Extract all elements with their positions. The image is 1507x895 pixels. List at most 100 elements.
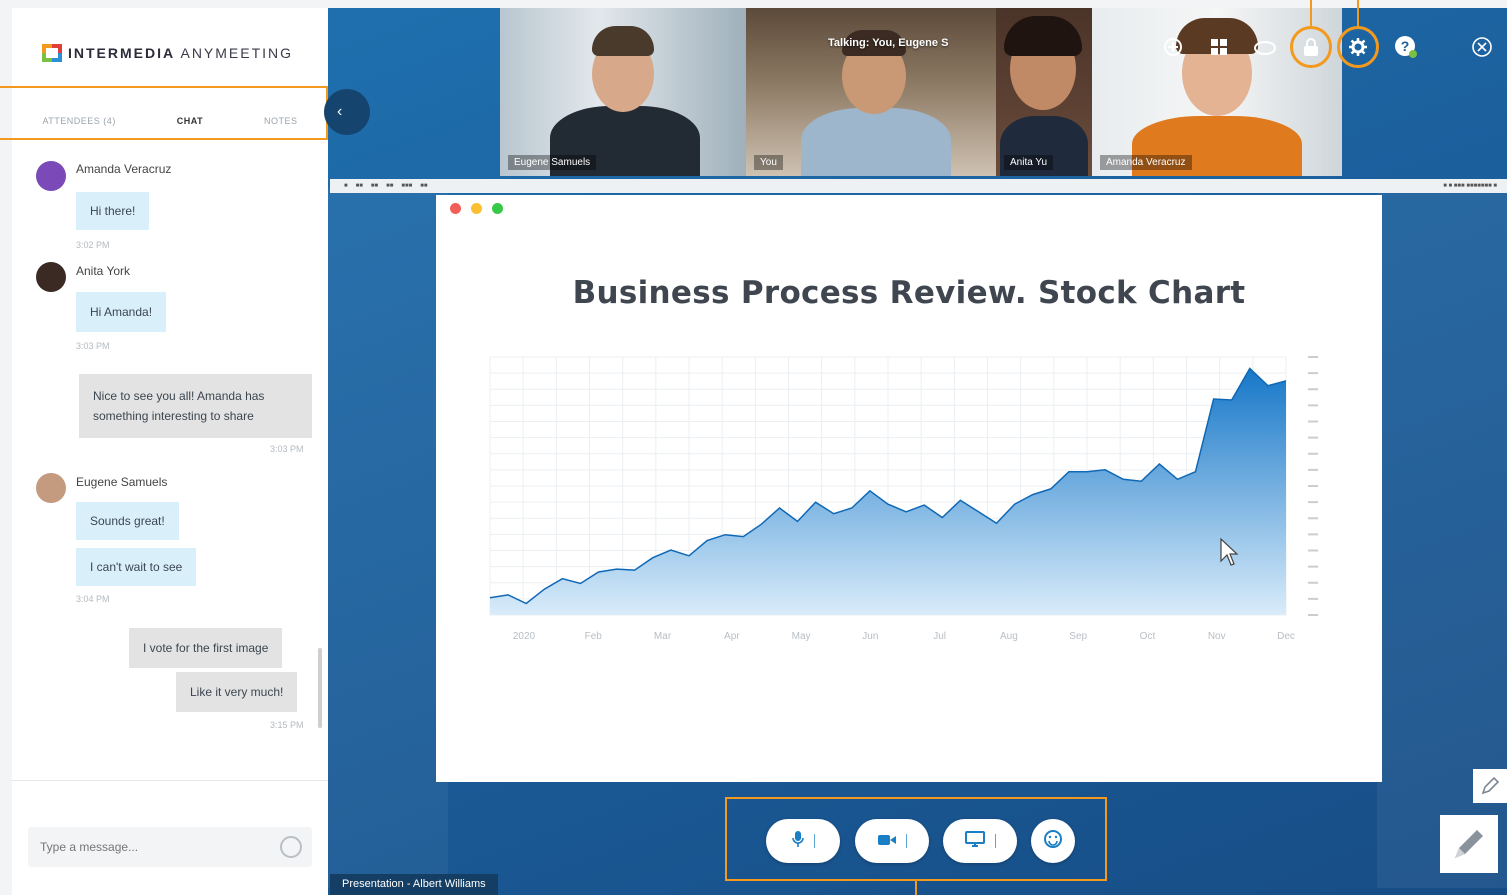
x-tick-label: Mar (654, 631, 672, 642)
avatar (36, 161, 66, 191)
y-tick (1308, 565, 1318, 568)
y-tick (1308, 452, 1318, 455)
message-time: 3:02 PM (76, 240, 110, 250)
controls-callout-line (915, 881, 917, 895)
x-tick-label: 2020 (513, 631, 536, 642)
x-tick-label: Apr (724, 631, 740, 642)
annotate-small-button[interactable] (1473, 769, 1507, 803)
microphone-icon (791, 830, 804, 852)
chat-bubble: Hi there! (76, 192, 150, 230)
message-input[interactable] (28, 827, 312, 867)
reactions-button[interactable] (1031, 819, 1075, 863)
pencil-icon (1481, 776, 1500, 795)
y-tick (1308, 356, 1318, 358)
lock-icon[interactable] (1295, 31, 1327, 63)
y-tick (1308, 614, 1318, 616)
microphone-button[interactable] (766, 819, 840, 863)
message-composer (12, 780, 328, 895)
tab-notes[interactable]: NOTES (258, 112, 304, 130)
x-tick-label: Aug (1000, 631, 1018, 642)
grid-icon[interactable] (1203, 31, 1235, 63)
y-tick (1308, 549, 1318, 552)
screen-share-icon (964, 831, 985, 851)
plus-circle-icon[interactable] (1157, 31, 1189, 63)
chat-bubble: Hi Amanda! (76, 292, 167, 332)
camera-icon (877, 833, 896, 850)
x-tick-label: Dec (1277, 631, 1295, 642)
brand-logo: INTERMEDIA ANYMEETING (42, 44, 293, 62)
video-tile[interactable]: Anita Yu (996, 8, 1092, 176)
y-tick (1308, 420, 1318, 423)
meeting-window: INTERMEDIA ANYMEETING ATTENDEES (4) CHAT… (0, 0, 1507, 895)
y-tick (1308, 517, 1318, 520)
stock-chart: 2020 Feb Mar Apr May Jun Jul Aug Sep Oct Nov Dec (489, 356, 1318, 642)
message-time: 3:03 PM (76, 341, 110, 351)
chat-bubble: I vote for the first image (129, 628, 283, 668)
chat-bubble: Like it very much! (176, 672, 298, 712)
sender-name: Anita York (76, 264, 131, 278)
y-tick (1308, 388, 1318, 391)
chat-messages: Amanda Veracruz Hi there! 3:02 PM Anita … (12, 148, 328, 748)
y-tick (1308, 597, 1318, 600)
emoji-icon (1043, 829, 1063, 853)
y-tick (1308, 372, 1318, 375)
screen-share-button[interactable] (943, 819, 1017, 863)
tab-attendees[interactable]: ATTENDEES (4) (36, 112, 121, 130)
y-tick (1308, 581, 1318, 584)
x-tick-label: Jul (933, 631, 946, 642)
participant-name: You (754, 155, 783, 170)
x-tick-label: Oct (1140, 631, 1156, 642)
shared-presentation: Business Process Review. Stock Chart 202… (436, 195, 1382, 782)
cloud-icon[interactable] (1249, 31, 1281, 63)
x-tick-label: May (792, 631, 811, 642)
gear-icon[interactable] (1342, 31, 1374, 63)
x-tick-label: Jun (862, 631, 878, 642)
camera-button[interactable] (855, 819, 929, 863)
avatar (36, 473, 66, 503)
y-tick (1308, 533, 1318, 536)
chat-scrollbar[interactable] (318, 648, 322, 728)
message-time: 3:04 PM (76, 594, 110, 604)
y-tick (1308, 468, 1318, 471)
video-tile[interactable]: Eugene Samuels (500, 8, 746, 176)
video-tile[interactable]: You (746, 8, 996, 176)
presenter-label: Presentation - Albert Williams (330, 874, 498, 895)
collapse-sidebar-button[interactable]: ‹ (324, 89, 370, 135)
emoji-icon[interactable] (280, 836, 302, 858)
chat-bubble: Sounds great! (76, 502, 179, 540)
sidebar-tabs: ATTENDEES (4) CHAT NOTES (12, 98, 328, 144)
chevron-left-icon: ‹ (337, 103, 343, 120)
chat-bubble: I can't wait to see (76, 548, 197, 586)
mouse-cursor-icon (1220, 537, 1239, 566)
brand-name-bold: INTERMEDIA (68, 45, 175, 61)
sender-name: Eugene Samuels (76, 475, 168, 489)
lock-callout-line (1310, 0, 1312, 26)
sender-name: Amanda Veracruz (76, 162, 172, 176)
participant-name: Eugene Samuels (508, 155, 597, 170)
pencil-icon (1455, 830, 1483, 858)
brand-name-light: ANYMEETING (180, 45, 294, 61)
message-time: 3:15 PM (270, 720, 304, 730)
x-tick-label: Feb (585, 631, 603, 642)
help-icon[interactable]: ? (1390, 31, 1422, 63)
y-tick (1308, 436, 1318, 439)
sidebar: INTERMEDIA ANYMEETING ATTENDEES (4) CHAT… (12, 8, 328, 895)
talking-indicator: Talking: You, Eugene S (828, 37, 949, 49)
message-time: 3:03 PM (270, 444, 304, 454)
svg-text:?: ? (1401, 38, 1410, 54)
annotate-button[interactable] (1440, 815, 1498, 873)
y-tick (1308, 404, 1318, 407)
chat-bubble: Nice to see you all! Amanda has somethin… (79, 374, 312, 438)
x-tick-label: Nov (1208, 631, 1226, 642)
close-icon[interactable] (1466, 31, 1498, 63)
y-tick (1308, 485, 1318, 487)
logo-mark-icon (42, 44, 62, 62)
x-tick-label: Sep (1069, 631, 1087, 642)
participant-name: Amanda Veracruz (1100, 155, 1192, 170)
shared-screen-menubar: ■ ■■ ■■ ■■ ■■■ ■■ ■ ■ ■■■ ■■■■■■■ ■ (330, 179, 1507, 193)
avatar (36, 262, 66, 292)
tab-chat[interactable]: CHAT (171, 112, 209, 130)
settings-callout-line (1357, 0, 1359, 26)
y-tick (1308, 501, 1318, 504)
participant-name: Anita Yu (1004, 155, 1054, 170)
